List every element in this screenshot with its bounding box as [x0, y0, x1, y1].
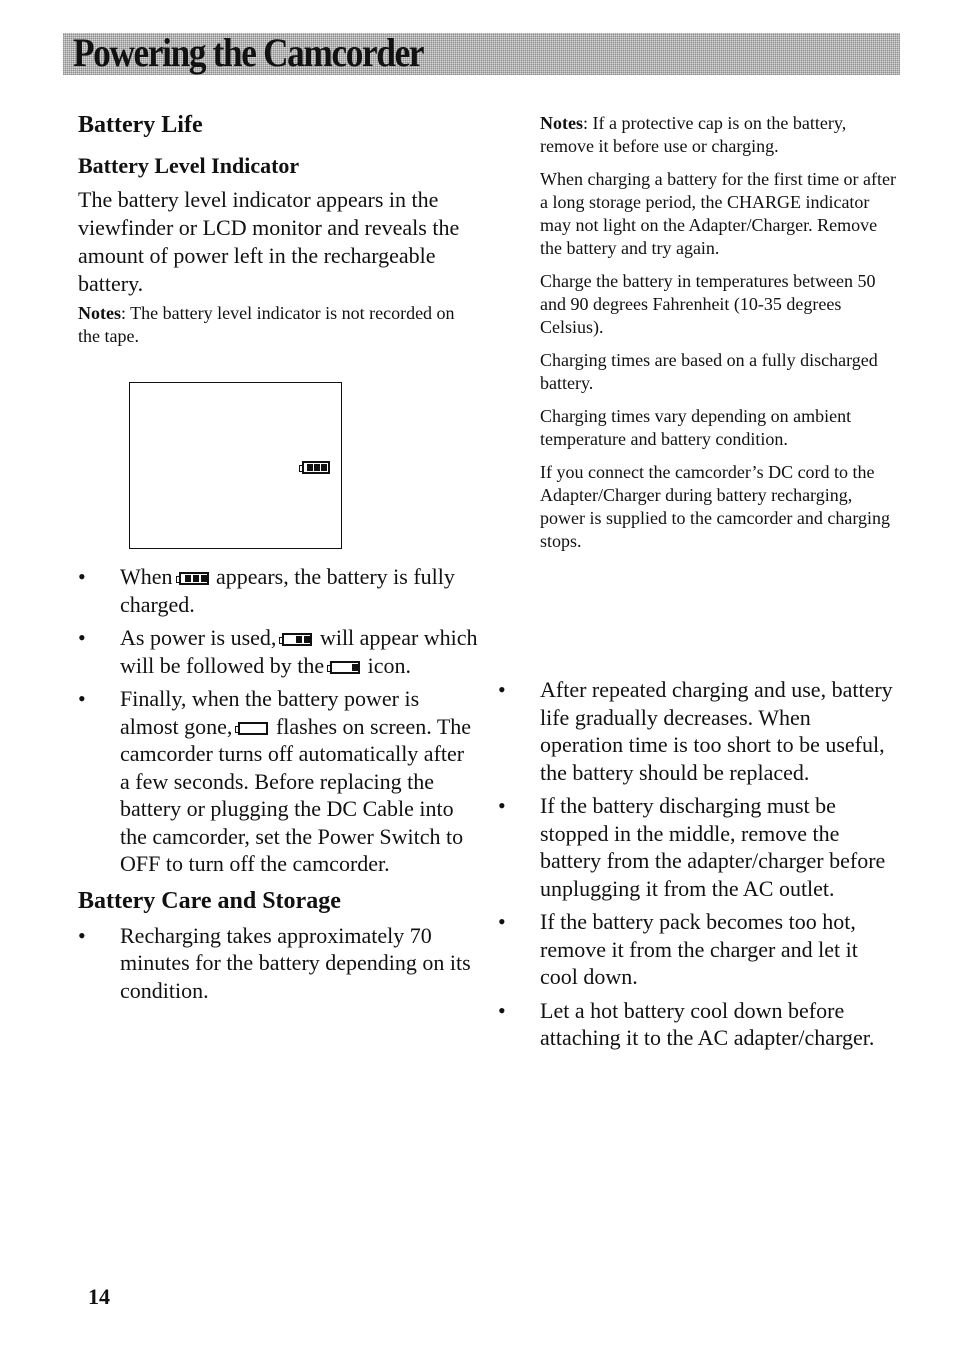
left-note: Notes: The battery level indicator is no…	[78, 302, 478, 348]
note-paragraph: Charging times vary depending on ambient…	[540, 406, 852, 449]
viewfinder-illustration	[129, 382, 342, 549]
battery-full-icon	[299, 461, 330, 474]
battery-empty-icon	[235, 721, 269, 735]
section-banner: Powering the Camcorder	[63, 30, 900, 75]
list-item: • As power is used, will appear which wi…	[78, 625, 478, 678]
note-paragraph: Charge the battery in temperatures betwe…	[540, 271, 876, 337]
note-paragraph: When charging a battery for the first ti…	[540, 169, 897, 258]
battery-bullets: • When appears, the battery is fully cha…	[78, 563, 478, 1010]
page-number: 14	[88, 1284, 110, 1309]
battery-full-icon	[175, 572, 209, 585]
right-column-notes: Notes: If a protective cap is on the bat…	[540, 112, 900, 563]
note-text: : The battery level indicator is not rec…	[78, 303, 455, 346]
list-item: • When appears, the battery is fully cha…	[78, 564, 455, 617]
note-paragraph: Notes: If a protective cap is on the bat…	[540, 113, 847, 156]
left-column: Battery Life Battery Level Indicator The…	[78, 110, 478, 358]
note-paragraph: If you connect the camcorder’s DC cord t…	[540, 462, 891, 551]
note-paragraph: Charging times are based on a fully disc…	[540, 350, 878, 393]
list-item: • If the battery pack becomes too hot, re…	[498, 909, 858, 989]
battery-life-heading: Battery Life	[78, 112, 203, 138]
battery-one-third-icon	[327, 660, 361, 674]
list-item: • If the battery discharging must be stop…	[498, 793, 886, 901]
list-item: • Let a hot battery cool down before atta…	[498, 997, 875, 1051]
list-item: • Recharging takes approximately 70 minu…	[78, 922, 471, 1003]
list-item: • Finally, when the battery power is alm…	[78, 686, 472, 876]
right-bullet-list: • After repeated charging and use, batter…	[498, 676, 898, 1058]
page-title: Powering the Camcorder	[73, 30, 425, 75]
battery-level-indicator-heading: Battery Level Indicator	[78, 153, 300, 178]
note-label: Notes	[78, 303, 121, 323]
battery-two-thirds-icon	[279, 633, 313, 646]
battery-care-heading: Battery Care and Storage	[78, 887, 341, 914]
list-item: • After repeated charging and use, batter…	[498, 677, 893, 785]
intro-paragraph: The battery level indicator appears in t…	[78, 187, 460, 296]
